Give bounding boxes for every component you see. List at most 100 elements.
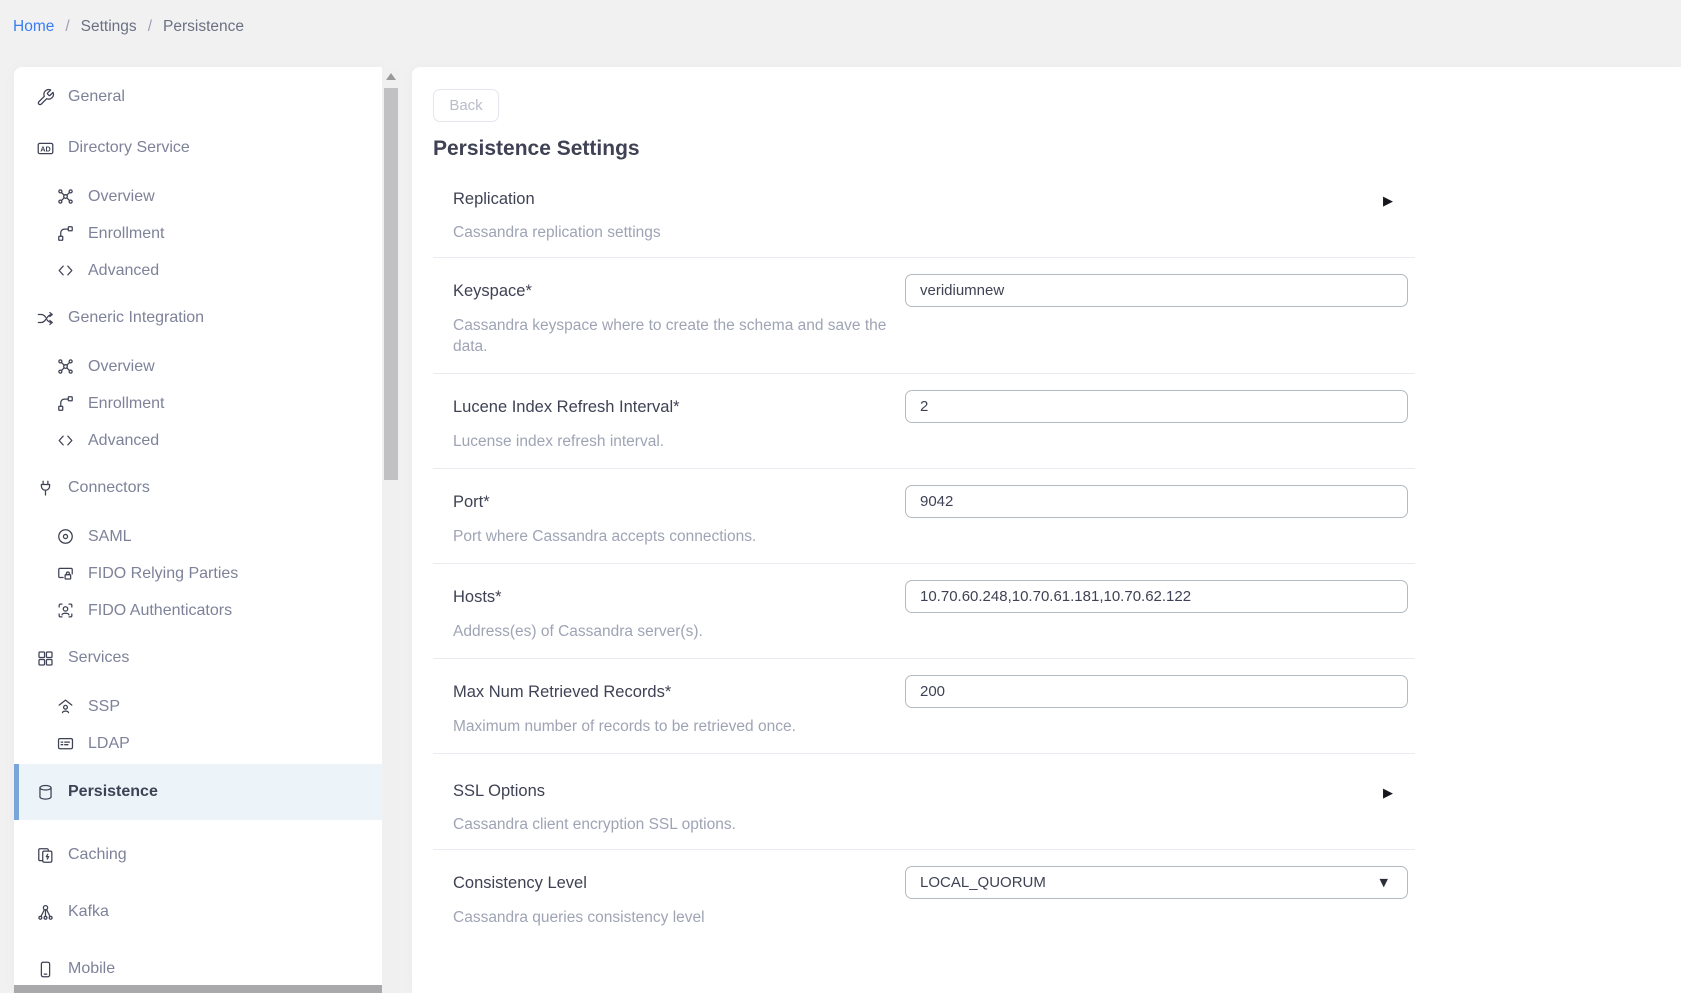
sidebar-item-label: SSP [88, 698, 120, 716]
sidebar-item-fido-relying-parties[interactable]: FIDO Relying Parties [14, 555, 382, 592]
route-icon [56, 224, 75, 243]
expand-arrow-icon[interactable]: ▶ [1383, 787, 1393, 800]
lucene-index-refresh-interval-input[interactable] [905, 390, 1408, 423]
breadcrumb-home-link[interactable]: Home [13, 18, 54, 36]
row-keyspace: Keyspace* Cassandra keyspace where to cr… [433, 258, 1415, 374]
persistence-settings-panel: Back Persistence Settings Replication Ca… [412, 67, 1681, 993]
route-icon [56, 394, 75, 413]
wrench-icon [36, 88, 55, 107]
sidebar-item-generic-integration[interactable]: Generic Integration [14, 296, 382, 340]
sidebar-item-ds-enrollment[interactable]: Enrollment [14, 215, 382, 252]
code-icon [56, 431, 75, 450]
sidebar-item-persistence[interactable]: Persistence [14, 764, 382, 820]
nodes-icon [56, 187, 75, 206]
sidebar-item-ldap[interactable]: LDAP [14, 725, 382, 762]
sidebar-item-label: Advanced [88, 262, 159, 280]
row-consistency-level: Consistency Level Cassandra queries cons… [433, 850, 1415, 944]
lucene-index-refresh-interval-description: Lucense index refresh interval. [453, 431, 905, 452]
hosts-input[interactable] [905, 580, 1408, 613]
hosts-label: Hosts* [453, 580, 905, 609]
back-button[interactable]: Back [433, 89, 499, 122]
sidebar-item-caching[interactable]: Caching [14, 833, 382, 877]
sidebar-horizontal-scrollbar[interactable] [14, 985, 382, 993]
sidebar-item-label: Caching [68, 846, 127, 864]
sidebar-item-ds-overview[interactable]: Overview [14, 178, 382, 215]
max-num-retrieved-records-input[interactable] [905, 675, 1408, 708]
sidebar-item-label: Enrollment [88, 225, 164, 243]
sidebar-item-label: LDAP [88, 735, 130, 753]
sidebar-item-label: Advanced [88, 432, 159, 450]
phone-icon [36, 960, 55, 979]
breadcrumb-separator: / [65, 18, 69, 36]
screen-lock-icon [56, 564, 75, 583]
sidebar-item-label: FIDO Relying Parties [88, 565, 238, 583]
lucene-index-refresh-interval-label: Lucene Index Refresh Interval* [453, 390, 905, 419]
plug-icon [36, 479, 55, 498]
code-icon [56, 261, 75, 280]
keyspace-label: Keyspace* [453, 274, 905, 303]
consistency-level-select[interactable]: LOCAL_QUORUM ▼ [905, 866, 1408, 899]
row-max-num-retrieved-records: Max Num Retrieved Records* Maximum numbe… [433, 659, 1415, 754]
sidebar-item-label: Overview [88, 188, 155, 206]
replication-description: Cassandra replication settings [453, 222, 905, 243]
persistence-settings-form: Replication Cassandra replication settin… [433, 162, 1415, 944]
row-replication[interactable]: Replication Cassandra replication settin… [433, 162, 1415, 258]
sidebar-vertical-scrollbar[interactable] [382, 67, 400, 993]
sidebar-item-gi-enrollment[interactable]: Enrollment [14, 385, 382, 422]
shuffle-icon [36, 309, 55, 328]
max-num-retrieved-records-description: Maximum number of records to be retrieve… [453, 716, 905, 737]
row-hosts: Hosts* Address(es) of Cassandra server(s… [433, 564, 1415, 659]
port-description: Port where Cassandra accepts connections… [453, 526, 905, 547]
sidebar-item-fido-authenticators[interactable]: FIDO Authenticators [14, 592, 382, 629]
network-tree-icon [36, 903, 55, 922]
row-ssl-options[interactable]: SSL Options Cassandra client encryption … [433, 754, 1415, 850]
port-label: Port* [453, 485, 905, 514]
sidebar-item-label: Overview [88, 358, 155, 376]
sidebar-item-label: Mobile [68, 960, 115, 978]
sidebar-item-services[interactable]: Services [14, 636, 382, 680]
keyspace-description: Cassandra keyspace where to create the s… [453, 315, 905, 357]
sidebar-item-label: SAML [88, 528, 132, 546]
row-port: Port* Port where Cassandra accepts conne… [433, 469, 1415, 564]
sidebar-item-kafka[interactable]: Kafka [14, 890, 382, 934]
sidebar-item-saml[interactable]: SAML [14, 518, 382, 555]
sidebar-item-directory-service[interactable]: AD Directory Service [14, 126, 382, 170]
svg-text:AD: AD [40, 145, 50, 153]
caret-down-icon: ▼ [1380, 876, 1388, 889]
sidebar-item-ds-advanced[interactable]: Advanced [14, 252, 382, 289]
settings-nav: General AD Directory Service Overview En… [14, 67, 382, 991]
id-card-icon [56, 734, 75, 753]
nodes-icon [56, 357, 75, 376]
settings-sidebar: General AD Directory Service Overview En… [14, 67, 382, 993]
sidebar-item-gi-advanced[interactable]: Advanced [14, 422, 382, 459]
cache-copy-icon [36, 846, 55, 865]
row-lucene-index-refresh-interval: Lucene Index Refresh Interval* Lucense i… [433, 374, 1415, 469]
sidebar-item-connectors[interactable]: Connectors [14, 466, 382, 510]
port-input[interactable] [905, 485, 1408, 518]
ssl-options-description: Cassandra client encryption SSL options. [453, 814, 905, 835]
sidebar-item-general[interactable]: General [14, 75, 382, 119]
breadcrumb-separator: / [148, 18, 152, 36]
expand-arrow-icon[interactable]: ▶ [1383, 195, 1393, 208]
person-home-icon [56, 697, 75, 716]
disc-icon [56, 527, 75, 546]
ad-badge-icon: AD [36, 139, 55, 158]
sidebar-item-label: FIDO Authenticators [88, 602, 232, 620]
max-num-retrieved-records-label: Max Num Retrieved Records* [453, 675, 905, 704]
sidebar-item-ssp[interactable]: SSP [14, 688, 382, 725]
sidebar-item-label: Services [68, 649, 129, 667]
consistency-level-label: Consistency Level [453, 866, 905, 895]
sidebar-item-label: Generic Integration [68, 309, 204, 327]
consistency-level-description: Cassandra queries consistency level [453, 907, 905, 928]
keyspace-input[interactable] [905, 274, 1408, 307]
sidebar-item-gi-overview[interactable]: Overview [14, 348, 382, 385]
sidebar-item-label: Enrollment [88, 395, 164, 413]
sidebar-item-label: General [68, 88, 125, 106]
sidebar-item-label: Connectors [68, 479, 150, 497]
scrollbar-thumb[interactable] [384, 88, 398, 480]
page-title: Persistence Settings [433, 136, 1681, 162]
breadcrumb-settings: Settings [81, 18, 137, 36]
consistency-level-value: LOCAL_QUORUM [920, 874, 1046, 891]
scrollbar-up-arrow-icon[interactable] [386, 73, 396, 82]
sidebar-item-label: Directory Service [68, 139, 190, 157]
